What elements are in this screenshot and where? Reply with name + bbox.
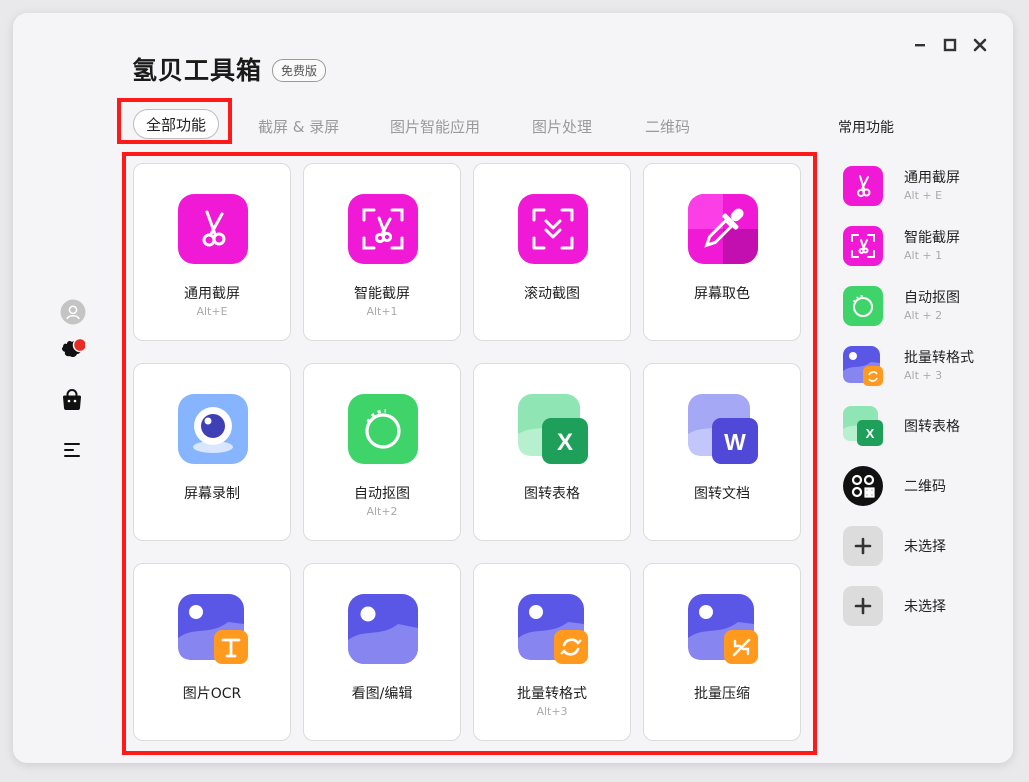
word-icon: W xyxy=(688,394,758,464)
tool-label: 图转表格 xyxy=(524,486,580,502)
tool-label: 批量压缩 xyxy=(694,686,750,702)
tool-card-smart-screenshot[interactable]: 智能截屏 Alt+1 xyxy=(303,163,461,341)
tool-card-screen-recording[interactable]: 屏幕录制 xyxy=(133,363,291,541)
tool-card-auto-cutout[interactable]: 自动抠图 Alt+2 xyxy=(303,363,461,541)
favorite-item-auto-cutout[interactable]: 自动抠图 Alt + 2 xyxy=(843,284,1013,330)
excel-icon: X xyxy=(843,406,883,446)
tool-card-color-picker[interactable]: 屏幕取色 xyxy=(643,163,801,341)
favorite-shortcut: Alt + E xyxy=(904,189,943,202)
tool-card-ocr[interactable]: 图片OCR xyxy=(133,563,291,741)
avatar[interactable] xyxy=(60,299,86,325)
auto-cutout-icon xyxy=(348,394,418,464)
scroll-screenshot-icon xyxy=(518,194,588,264)
maximize-button[interactable] xyxy=(940,35,960,55)
tool-label: 通用截屏 xyxy=(184,286,240,302)
favorite-item-image-to-table[interactable]: X 图转表格 xyxy=(843,404,1013,450)
batch-convert-icon xyxy=(843,346,883,386)
plus-icon xyxy=(843,526,883,566)
app-header: 氢贝工具箱 免费版 xyxy=(132,51,327,87)
favorite-item-empty-1[interactable]: 未选择 xyxy=(843,524,1013,570)
menu-button[interactable] xyxy=(59,437,85,463)
tool-label: 智能截屏 xyxy=(354,286,410,302)
favorite-label: 批量转格式 xyxy=(904,350,974,366)
favorite-label: 智能截屏 xyxy=(904,230,960,246)
scissors-icon xyxy=(843,166,883,206)
favorite-label: 通用截屏 xyxy=(904,170,960,186)
app-title: 氢贝工具箱 xyxy=(132,56,263,85)
notification-badge xyxy=(72,337,85,353)
tool-shortcut: Alt+E xyxy=(196,305,228,318)
batch-compress-icon xyxy=(688,594,758,664)
tool-label: 批量转格式 xyxy=(517,686,587,702)
svg-text:W: W xyxy=(724,429,746,455)
tool-label: 屏幕录制 xyxy=(184,486,240,502)
favorite-label: 未选择 xyxy=(904,539,946,555)
gift-button[interactable] xyxy=(59,336,85,362)
tool-shortcut: Alt+3 xyxy=(536,705,568,718)
ocr-icon xyxy=(178,594,248,664)
batch-convert-icon xyxy=(518,594,588,664)
excel-icon: X xyxy=(518,394,588,464)
shopping-bag-icon xyxy=(63,389,81,410)
tab-all-features[interactable]: 全部功能 xyxy=(133,109,219,139)
tab-screenshot-recording[interactable]: 截屏 & 录屏 xyxy=(258,116,339,137)
favorite-item-batch-convert[interactable]: 批量转格式 Alt + 3 xyxy=(843,344,1013,390)
tab-image-processing[interactable]: 图片处理 xyxy=(532,116,592,137)
tool-label: 图片OCR xyxy=(182,686,242,702)
tool-card-image-viewer[interactable]: 看图/编辑 xyxy=(303,563,461,741)
tool-card-batch-compress[interactable]: 批量压缩 xyxy=(643,563,801,741)
tab-smart-image[interactable]: 图片智能应用 xyxy=(390,116,480,137)
svg-text:X: X xyxy=(866,426,875,441)
eyedropper-icon xyxy=(688,194,758,264)
app-window: 氢贝工具箱 免费版 全部功能 截屏 & 录屏 图片智能应用 图片处理 二维码 通… xyxy=(13,13,1013,763)
gift-icon xyxy=(61,337,85,358)
image-viewer-icon xyxy=(348,594,418,664)
auto-cutout-icon xyxy=(843,286,883,326)
tab-qr-code[interactable]: 二维码 xyxy=(645,116,690,137)
favorite-item-smart-screenshot[interactable]: 智能截屏 Alt + 1 xyxy=(843,224,1013,270)
tool-card-scroll-screenshot[interactable]: 滚动截图 xyxy=(473,163,631,341)
minimize-button[interactable] xyxy=(910,35,930,55)
avatar-icon xyxy=(60,299,86,325)
menu-icon xyxy=(64,443,80,457)
tool-shortcut: Alt+2 xyxy=(366,505,398,518)
tool-card-screenshot[interactable]: 通用截屏 Alt+E xyxy=(133,163,291,341)
shop-button[interactable] xyxy=(59,387,85,413)
favorite-label: 自动抠图 xyxy=(904,290,960,306)
tool-card-image-to-table[interactable]: X 图转表格 xyxy=(473,363,631,541)
favorite-shortcut: Alt + 3 xyxy=(904,369,943,382)
edition-badge: 免费版 xyxy=(272,59,327,82)
close-button[interactable] xyxy=(970,35,990,55)
tool-card-image-to-doc[interactable]: W 图转文档 xyxy=(643,363,801,541)
tool-label: 图转文档 xyxy=(694,486,750,502)
favorite-label: 未选择 xyxy=(904,599,946,615)
tool-card-batch-convert[interactable]: 批量转格式 Alt+3 xyxy=(473,563,631,741)
qr-code-icon xyxy=(843,466,883,506)
smart-screenshot-icon xyxy=(348,194,418,264)
favorites-title: 常用功能 xyxy=(838,120,894,136)
favorite-label: 二维码 xyxy=(904,479,946,495)
tool-label: 屏幕取色 xyxy=(694,286,750,302)
favorite-item-screenshot[interactable]: 通用截屏 Alt + E xyxy=(843,164,1013,210)
plus-icon xyxy=(843,586,883,626)
tool-shortcut: Alt+1 xyxy=(366,305,398,318)
favorite-item-empty-2[interactable]: 未选择 xyxy=(843,584,1013,630)
smart-screenshot-icon xyxy=(843,226,883,266)
webcam-icon xyxy=(178,394,248,464)
svg-text:X: X xyxy=(557,429,573,456)
favorite-item-qr-code[interactable]: 二维码 xyxy=(843,464,1013,510)
scissors-icon xyxy=(178,194,248,264)
favorite-shortcut: Alt + 2 xyxy=(904,309,943,322)
tool-label: 滚动截图 xyxy=(524,286,580,302)
tool-label: 自动抠图 xyxy=(354,486,410,502)
favorite-label: 图转表格 xyxy=(904,419,960,435)
tool-label: 看图/编辑 xyxy=(351,686,413,702)
favorite-shortcut: Alt + 1 xyxy=(904,249,943,262)
